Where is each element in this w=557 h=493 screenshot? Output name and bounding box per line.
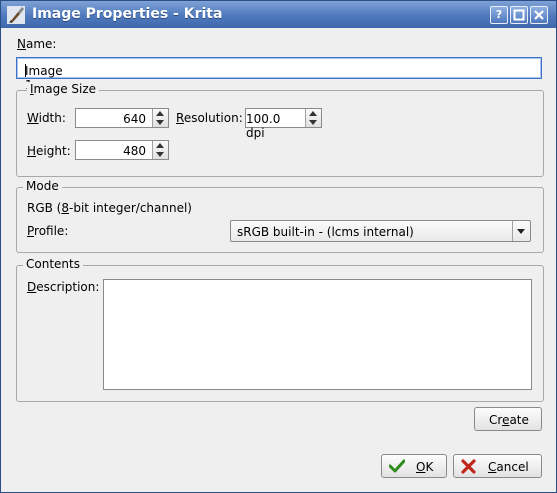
close-button[interactable] <box>530 6 548 24</box>
name-input[interactable]: Image 1 <box>16 57 542 92</box>
height-value: 480 <box>123 144 146 158</box>
cancel-label: Cancel <box>488 460 529 474</box>
close-icon <box>534 10 544 20</box>
maximize-button[interactable] <box>510 6 528 24</box>
create-button[interactable]: Create <box>474 407 542 431</box>
window-title: Image Properties - Krita <box>32 6 223 22</box>
height-spinbox[interactable]: 480 <box>75 140 169 160</box>
profile-value: sRGB built-in - (lcms internal) <box>237 225 414 239</box>
height-stepper[interactable] <box>152 141 168 159</box>
resolution-label: Resolution: <box>176 111 243 125</box>
up-arrow-icon[interactable] <box>156 111 164 116</box>
description-textarea[interactable] <box>103 279 532 390</box>
checkmark-icon <box>389 459 405 473</box>
down-arrow-icon[interactable] <box>309 120 317 125</box>
height-label: Height: <box>27 144 71 158</box>
ok-button[interactable]: OK <box>381 454 447 478</box>
description-label: Description: <box>27 280 100 294</box>
krita-brush-icon <box>7 6 25 24</box>
name-label: Name: <box>17 37 57 51</box>
up-arrow-icon[interactable] <box>309 111 317 116</box>
profile-select[interactable]: sRGB built-in - (lcms internal) <box>230 220 531 242</box>
cancel-button[interactable]: Cancel <box>453 454 542 478</box>
chevron-down-icon <box>517 229 525 234</box>
image-properties-dialog: Image Properties - Krita ? Name: Image 1… <box>0 0 557 493</box>
mode-title: Mode <box>23 179 62 193</box>
width-stepper[interactable] <box>152 109 168 127</box>
width-spinbox[interactable]: 640 <box>75 108 169 128</box>
create-label: Create <box>489 413 529 427</box>
profile-label: Profile: <box>27 224 69 238</box>
contents-title: Contents <box>23 257 83 271</box>
image-size-title: Image Size <box>27 82 100 96</box>
resolution-spinbox[interactable]: 100.0 dpi <box>245 108 322 140</box>
cancel-x-icon <box>461 459 476 474</box>
up-arrow-icon[interactable] <box>156 143 164 148</box>
down-arrow-icon[interactable] <box>156 152 164 157</box>
title-bar[interactable]: Image Properties - Krita ? <box>1 1 556 28</box>
text-cursor <box>25 64 26 77</box>
ok-label: OK <box>416 460 434 474</box>
resolution-stepper[interactable] <box>305 109 321 127</box>
maximize-icon <box>513 9 525 21</box>
down-arrow-icon[interactable] <box>156 120 164 125</box>
resolution-value: 100.0 dpi <box>246 112 281 140</box>
width-label: Width: <box>27 111 66 125</box>
width-value: 640 <box>123 112 146 126</box>
colorspace-label: RGB (8-bit integer/channel) <box>27 201 192 215</box>
dropdown-button[interactable] <box>512 221 530 241</box>
help-button[interactable]: ? <box>490 6 508 24</box>
